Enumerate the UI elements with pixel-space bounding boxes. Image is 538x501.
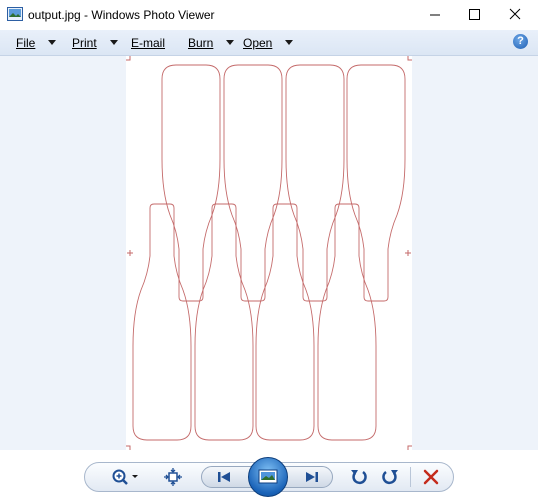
menu-email[interactable]: E-mail [131,36,165,50]
bottle-outline [255,203,315,441]
menu-burn[interactable]: Burn [188,36,235,50]
slideshow-icon [258,469,278,484]
menu-email-label: E-mail [131,36,166,50]
zoom-button[interactable] [108,467,140,492]
rotate-counterclockwise-icon [351,470,367,485]
rotate-counterclockwise-button[interactable] [349,467,369,492]
image-viewport[interactable] [0,56,538,450]
menu-burn-label: Burn [188,36,214,50]
actual-size-button[interactable] [163,467,183,492]
previous-button[interactable] [215,469,233,490]
menu-file-label: File [16,36,36,50]
chevron-down-icon [285,40,294,45]
photo-image [126,56,412,450]
chevron-down-icon [226,40,235,45]
menu-print-label: Print [72,36,97,50]
chevron-down-icon [48,40,57,45]
previous-icon [218,472,230,482]
menu-open-label: Open [243,36,273,50]
rotate-clockwise-button[interactable] [380,467,400,492]
bottle-outline [161,64,221,302]
bottle-outlines-drawing [126,56,412,450]
delete-button[interactable] [421,467,441,492]
menu-file[interactable]: File [16,36,57,50]
close-button[interactable] [492,0,538,30]
next-button[interactable] [303,469,321,490]
bottle-outline [285,64,345,302]
photo-viewer-app-icon [7,7,23,21]
help-icon[interactable]: ? [513,34,528,49]
menu-bar: File Print E-mail Burn Open [0,30,538,56]
actual-size-icon [164,468,182,486]
next-icon [306,472,318,482]
chevron-down-icon [109,40,118,45]
toolbar-separator [410,467,411,487]
bottle-outline [194,203,254,441]
rotate-clockwise-icon [382,470,398,485]
bottle-outline [223,64,283,302]
bottle-outline [132,203,192,441]
slideshow-button[interactable] [248,457,288,497]
window-title: output.jpg - Windows Photo Viewer [28,8,215,22]
maximize-icon [469,9,480,20]
bottle-shapes [132,64,406,441]
maximize-button[interactable] [451,0,497,30]
zoom-icon [112,469,138,485]
crop-marks [126,56,412,450]
delete-icon [423,469,439,485]
close-icon [509,8,521,20]
menu-print[interactable]: Print [72,36,118,50]
bottle-outline [317,203,377,441]
bottle-outline [346,64,406,302]
menu-open[interactable]: Open [243,36,294,50]
title-bar: output.jpg - Windows Photo Viewer [0,0,538,30]
